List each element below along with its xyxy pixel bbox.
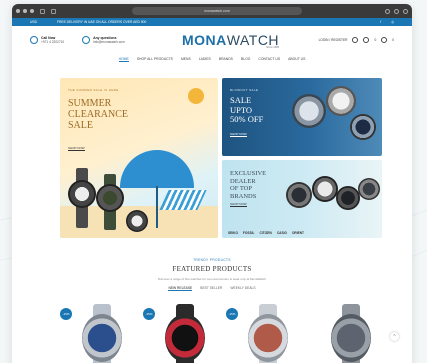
discount-badge: -15% — [143, 308, 155, 320]
product-image — [331, 314, 371, 362]
featured-tabs: NEW RELEASE BEST SELLER WEEKLY DEALS — [12, 286, 412, 291]
promo-bar: USD FREE DELIVERY IN UAE ON ALL ORDERS O… — [12, 18, 412, 26]
window-minimize-icon[interactable] — [23, 9, 27, 13]
banner-title-line: SUMMER — [68, 98, 112, 109]
product-image — [248, 314, 288, 362]
brand-logo[interactable]: CASIO — [277, 231, 287, 235]
nav-shop-all[interactable]: SHOP ALL PRODUCTS — [137, 57, 173, 61]
brand-logo[interactable]: ORIENT — [292, 231, 304, 235]
email-value[interactable]: info@monawatch.com — [93, 40, 125, 44]
shop-now-button[interactable]: SHOP NOW — [230, 132, 247, 137]
watch-image — [312, 176, 338, 202]
logo-main: MONA — [182, 32, 227, 48]
scroll-top-button[interactable]: ⌃ — [390, 332, 399, 341]
currency-selector[interactable]: USD — [30, 20, 37, 24]
banner-title-line: 50% OFF — [230, 114, 264, 124]
main-nav: HOME SHOP ALL PRODUCTS MENS LADIES BRAND… — [12, 54, 412, 64]
watch-image — [292, 94, 326, 128]
nav-ladies[interactable]: LADIES — [199, 57, 211, 61]
banner-title-line: OF TOP — [230, 185, 252, 192]
summer-sale-banner[interactable]: THE SUMMER SALE IS HERE SUMMER CLEARANCE… — [60, 78, 218, 238]
window-maximize-icon[interactable] — [30, 9, 34, 13]
nav-mens[interactable]: MENS — [181, 57, 191, 61]
share-icon[interactable] — [385, 8, 390, 14]
featured-kicker: TRENDY PRODUCTS — [193, 258, 231, 262]
wishlist-count: 0 — [374, 38, 377, 42]
banner-title: EXCLUSIVE DEALER OF TOP BRANDS — [230, 170, 266, 200]
banner-title-line: DEALER — [230, 177, 256, 185]
banner-title-line: SALE — [68, 120, 93, 131]
nav-contact[interactable]: CONTACT US — [258, 57, 280, 61]
browser-toolbar: monawatch.com — [12, 4, 412, 18]
browser-window: monawatch.com USD FREE DELIVERY IN UAE O… — [12, 4, 412, 363]
instagram-icon[interactable]: ◎ — [391, 20, 394, 24]
banner-title-line: EXCLUSIVE — [230, 170, 267, 177]
nav-home[interactable]: HOME — [118, 57, 129, 62]
nav-about[interactable]: ABOUT US — [288, 57, 305, 61]
banner-kicker: BLOWOUT SALE — [230, 88, 259, 92]
exclusive-dealer-banner[interactable]: EXCLUSIVE DEALER OF TOP BRANDS SHOP NOW … — [222, 160, 382, 238]
site-logo[interactable]: MONAWATCH Since 1985 — [182, 32, 279, 49]
phone-value[interactable]: +971 4 2202710 — [41, 40, 64, 44]
watch-image — [126, 210, 148, 232]
back-icon[interactable] — [51, 8, 56, 14]
search-icon[interactable] — [352, 37, 359, 43]
product-card[interactable]: -15% — [226, 304, 299, 363]
product-grid: -15% -15% -15% — [60, 304, 382, 363]
product-image — [82, 314, 122, 362]
banner-title-line: CLEARANCE — [68, 109, 128, 120]
banner-title-line: BRANDS — [230, 192, 257, 200]
banner-title: SUMMER CLEARANCE SALE — [68, 98, 128, 131]
banner-kicker: THE SUMMER SALE IS HERE — [68, 88, 119, 92]
banner-title: SALE UPTO 50% OFF — [230, 95, 264, 125]
nav-brands[interactable]: BRANDS — [219, 57, 233, 61]
product-card[interactable] — [309, 304, 382, 363]
shop-now-button[interactable]: SHOP NOW — [68, 146, 85, 151]
watch-image — [68, 180, 96, 208]
watch-image — [326, 86, 356, 116]
discount-badge: -15% — [226, 308, 238, 320]
cart-icon[interactable] — [381, 37, 388, 43]
hero-banners: THE SUMMER SALE IS HERE SUMMER CLEARANCE… — [60, 78, 382, 238]
url-text: monawatch.com — [204, 9, 230, 13]
watch-image — [96, 184, 124, 212]
brand-logo[interactable]: FOSSIL — [243, 231, 255, 235]
brand-logo[interactable]: CITIZEN — [259, 231, 271, 235]
product-image — [165, 314, 205, 362]
login-link[interactable]: LOGIN / REGISTER — [319, 38, 348, 42]
tabs-overview-icon[interactable] — [403, 8, 408, 14]
product-card[interactable]: -15% — [143, 304, 216, 363]
email-icon — [82, 36, 91, 44]
tab-best-seller[interactable]: BEST SELLER — [200, 286, 222, 291]
address-bar[interactable]: monawatch.com — [132, 7, 302, 15]
cart-count: 0 — [392, 38, 394, 42]
watch-image — [350, 114, 376, 140]
blowout-sale-banner[interactable]: BLOWOUT SALE SALE UPTO 50% OFF SHOP NOW — [222, 78, 382, 156]
featured-description: Discover a range of fine watches for men… — [158, 277, 266, 281]
window-close-icon[interactable] — [16, 9, 20, 13]
new-tab-icon[interactable] — [394, 8, 399, 14]
shop-now-button[interactable]: SHOP NOW — [230, 202, 247, 207]
tab-new-release[interactable]: NEW RELEASE — [168, 286, 193, 291]
promo-text: FREE DELIVERY IN UAE ON ALL ORDERS OVER … — [56, 20, 147, 24]
brand-logo[interactable]: SEIKO — [228, 231, 238, 235]
phone-icon — [30, 36, 38, 44]
tab-weekly-deals[interactable]: WEEKLY DEALS — [230, 286, 255, 291]
watch-image — [336, 186, 360, 210]
wishlist-icon[interactable] — [363, 37, 370, 43]
nav-blog[interactable]: BLOG — [241, 57, 250, 61]
sun-graphic — [188, 88, 204, 104]
social-icon[interactable]: f — [380, 20, 381, 24]
umbrella-graphic — [120, 150, 194, 188]
featured-section: TRENDY PRODUCTS FEATURED PRODUCTS Discov… — [12, 258, 412, 291]
watch-image — [286, 182, 312, 208]
sidebar-toggle-icon[interactable] — [40, 8, 45, 14]
watch-image — [358, 178, 380, 200]
featured-title: FEATURED PRODUCTS — [172, 265, 252, 273]
brand-logos: SEIKO FOSSIL CITIZEN CASIO ORIENT — [228, 231, 304, 235]
umbrella-pole-graphic — [156, 186, 158, 228]
discount-badge: -15% — [60, 308, 72, 320]
site-header: Call Now +971 4 2202710 Any questions info… — [12, 26, 412, 54]
product-card[interactable]: -15% — [60, 304, 133, 363]
